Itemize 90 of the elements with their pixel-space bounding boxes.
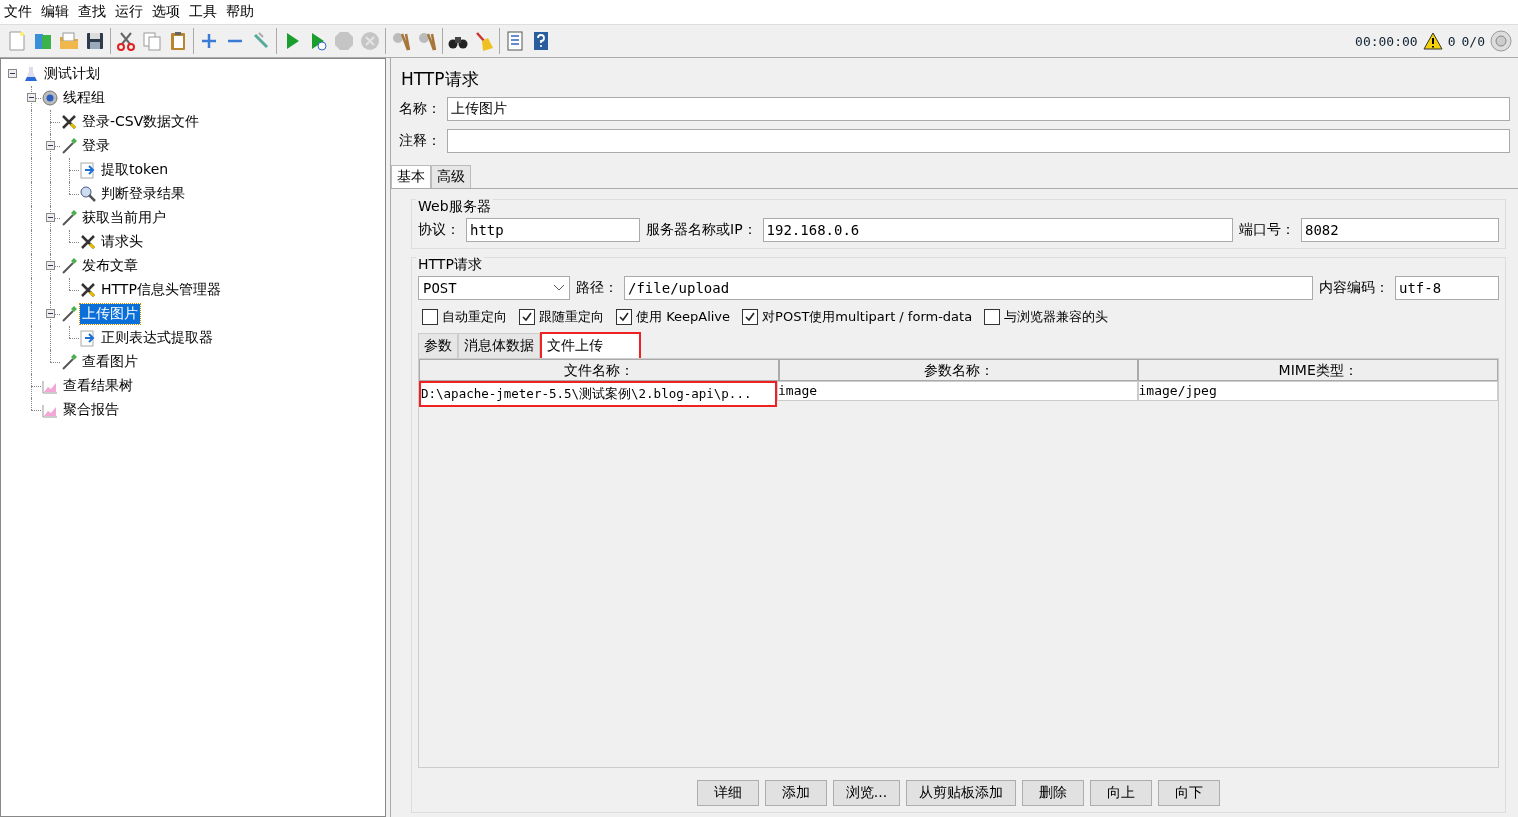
field-label: 端口号： (1239, 221, 1295, 239)
field-label: 协议： (418, 221, 460, 239)
thread-group-icon (41, 89, 59, 107)
tab[interactable]: 参数 (418, 333, 458, 358)
action-button[interactable]: 添加 (764, 780, 827, 806)
checkbox-label: 自动重定向 (442, 308, 507, 326)
collapse-toggle[interactable] (27, 93, 36, 102)
field-label: 内容编码： (1319, 279, 1389, 297)
tab[interactable]: 消息体数据 (458, 333, 540, 358)
panel-title: HTTP请求 (401, 68, 480, 91)
tab[interactable]: 基本 (391, 165, 431, 188)
assertion-icon (79, 185, 97, 203)
tree-item[interactable]: 测试计划 (42, 64, 102, 84)
sampler-icon (60, 209, 78, 227)
action-button[interactable]: 删除 (1022, 780, 1085, 806)
checkbox[interactable] (984, 309, 1001, 325)
sampler-icon (60, 137, 78, 155)
sampler-icon (60, 305, 78, 323)
action-button[interactable]: 详细 (696, 780, 759, 806)
checkbox-label: 对POST使用multipart / form-data (762, 308, 973, 326)
warning-count: 0 (1447, 33, 1456, 49)
group-title: HTTP请求 (416, 256, 484, 274)
checkbox-label: 与浏览器兼容的头 (1004, 308, 1109, 326)
field-label: 注释： (399, 132, 441, 150)
group-title: Web服务器 (416, 198, 493, 216)
table-cell: image/jpeg (1137, 381, 1498, 401)
checkbox[interactable] (742, 309, 759, 325)
tree-item[interactable]: 正则表达式提取器 (99, 328, 215, 348)
tree-item[interactable]: 提取token (99, 160, 171, 180)
protocol-field[interactable]: http (466, 218, 640, 242)
column-header: MIME类型： (1138, 359, 1498, 381)
action-button[interactable]: 从剪贴板添加 (906, 780, 1017, 806)
tree-item[interactable]: 发布文章 (80, 256, 140, 276)
checkbox[interactable] (519, 309, 535, 325)
menu-item[interactable]: 查找 (78, 3, 106, 21)
menu-item[interactable]: 文件 (4, 3, 32, 21)
tree-item[interactable]: 聚合报告 (61, 400, 121, 420)
thread-count: 0/0 (1461, 33, 1485, 49)
menu-item[interactable]: 帮助 (226, 3, 254, 21)
elapsed-time: 00:00:00 (1355, 33, 1418, 49)
tree-item[interactable]: 请求头 (99, 232, 145, 252)
tree-item[interactable]: 登录-CSV数据文件 (80, 112, 202, 132)
tree-item[interactable]: 查看图片 (80, 352, 140, 372)
collapse-toggle[interactable] (46, 141, 55, 150)
action-button[interactable]: 向上 (1090, 780, 1153, 806)
port-field[interactable]: 8082 (1301, 218, 1499, 242)
table-cell: image (777, 381, 1138, 401)
tree-item[interactable]: 线程组 (61, 88, 107, 108)
collapse-toggle[interactable] (8, 69, 17, 78)
collapse-toggle[interactable] (46, 213, 55, 222)
tree-item[interactable]: HTTP信息头管理器 (99, 280, 223, 300)
comment-field[interactable] (447, 129, 1510, 153)
menu-item[interactable]: 编辑 (41, 3, 69, 21)
method-dropdown[interactable]: POST (418, 276, 570, 300)
action-button[interactable]: 向下 (1158, 780, 1221, 806)
tree-item[interactable]: 上传图片 (80, 304, 140, 324)
sampler-icon (60, 353, 78, 371)
server-field[interactable]: 192.168.0.6 (762, 218, 1233, 242)
table-cell: D:\apache-jmeter-5.5\测试案例\2.blog-api\p... (419, 381, 777, 407)
checkbox-label: 使用 KeepAlive (636, 308, 731, 326)
action-button[interactable]: 浏览... (832, 780, 901, 806)
menu-item[interactable]: 运行 (115, 3, 143, 21)
tree-item[interactable]: 登录 (80, 136, 112, 156)
field-label: 服务器名称或IP： (646, 221, 757, 239)
field-label: 路径： (576, 279, 618, 297)
tab[interactable]: 文件上传 (540, 332, 641, 358)
column-header: 文件名称： (419, 359, 779, 381)
sampler-icon (60, 257, 78, 275)
column-header: 参数名称： (778, 359, 1139, 381)
menu-item[interactable]: 工具 (189, 3, 217, 21)
path-field[interactable]: /file/upload (624, 276, 1313, 300)
caret-icon (553, 284, 565, 292)
encoding-field[interactable]: utf-8 (1395, 276, 1499, 300)
status-indicator-icon (1490, 30, 1512, 52)
menu-item[interactable]: 选项 (152, 3, 180, 21)
tree-item[interactable]: 判断登录结果 (99, 184, 187, 204)
name-field[interactable]: 上传图片 (447, 97, 1510, 121)
extractor-icon (79, 161, 97, 179)
checkbox-label: 跟随重定向 (539, 308, 604, 326)
tree-item[interactable]: 查看结果树 (61, 376, 135, 396)
plan-icon (22, 65, 40, 83)
tree-item[interactable]: 获取当前用户 (80, 208, 168, 228)
checkbox[interactable] (616, 309, 632, 325)
warning-icon (1422, 32, 1443, 50)
collapse-toggle[interactable] (46, 261, 55, 270)
extractor-icon (79, 329, 97, 347)
checkbox[interactable] (422, 309, 438, 325)
collapse-toggle[interactable] (46, 309, 55, 318)
field-label: 名称： (399, 100, 441, 118)
tab[interactable]: 高级 (431, 165, 471, 188)
